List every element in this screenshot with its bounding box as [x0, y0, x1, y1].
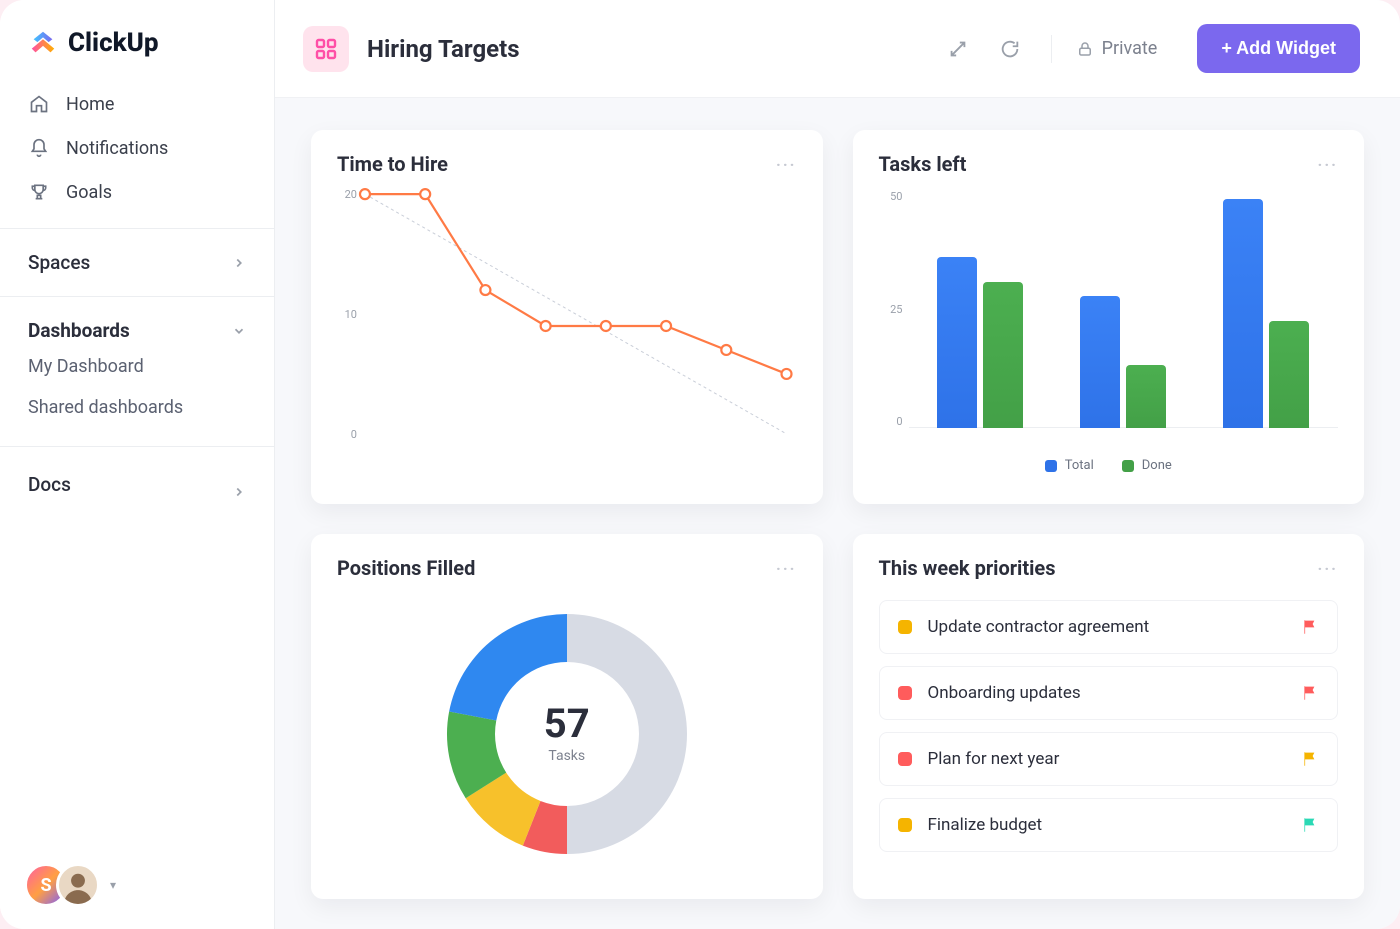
sidebar-header-dashboards[interactable]: Dashboards — [0, 315, 274, 346]
topbar: Hiring Targets Private + Add Widget — [275, 0, 1400, 98]
divider — [1051, 35, 1052, 63]
card-title: Tasks left — [879, 152, 967, 176]
lock-icon — [1076, 40, 1094, 58]
sidebar-item-goals[interactable]: Goals — [0, 170, 274, 214]
sidebar-primary-nav: Home Notifications Goals — [0, 78, 274, 228]
bar-total — [937, 257, 977, 428]
caret-down-icon: ▾ — [110, 878, 116, 892]
profile-switcher[interactable]: S ▾ — [24, 863, 116, 907]
avatar-photo — [56, 863, 100, 907]
bar-group — [937, 257, 1023, 428]
page-title: Hiring Targets — [367, 35, 520, 63]
clickup-logo-icon — [28, 28, 58, 58]
dashboard-type-icon — [303, 26, 349, 72]
sidebar-section-docs: Docs — [0, 446, 274, 529]
card-title: Time to Hire — [337, 152, 448, 176]
legend-label: Done — [1142, 458, 1172, 473]
chevron-right-icon — [232, 485, 246, 499]
brand-name: ClickUp — [68, 28, 159, 58]
refresh-icon[interactable] — [993, 32, 1027, 66]
sidebar-item-home[interactable]: Home — [0, 82, 274, 126]
flag-icon[interactable] — [1301, 816, 1319, 834]
priority-label: Onboarding updates — [928, 683, 1286, 703]
status-square-icon — [898, 620, 912, 634]
card-positions-filled: Positions Filled ··· 57 Tasks — [311, 534, 823, 899]
svg-text:0: 0 — [351, 428, 357, 441]
status-square-icon — [898, 686, 912, 700]
sidebar-item-notifications[interactable]: Notifications — [0, 126, 274, 170]
chevron-down-icon — [232, 324, 246, 338]
sidebar-item-label: My Dashboard — [28, 356, 144, 377]
donut-value: 57 — [544, 704, 590, 744]
bar-done — [1126, 365, 1166, 428]
donut-label: Tasks — [544, 748, 590, 764]
priority-label: Update contractor agreement — [928, 617, 1286, 637]
card-menu-button[interactable]: ··· — [776, 155, 796, 174]
card-tasks-left: Tasks left ··· 50250 Total Done — [853, 130, 1365, 504]
card-title: This week priorities — [879, 556, 1056, 580]
section-label: Spaces — [28, 251, 90, 274]
priority-item[interactable]: Update contractor agreement — [879, 600, 1339, 654]
flag-icon[interactable] — [1301, 750, 1319, 768]
legend-done: Done — [1122, 458, 1172, 473]
privacy-toggle[interactable]: Private — [1076, 38, 1158, 59]
bar-total — [1080, 296, 1120, 428]
status-square-icon — [898, 818, 912, 832]
sidebar-header-spaces[interactable]: Spaces — [0, 247, 274, 278]
sidebar: ClickUp Home Notifications Goals — [0, 0, 275, 929]
flag-icon[interactable] — [1301, 618, 1319, 636]
card-menu-button[interactable]: ··· — [1318, 155, 1338, 174]
chevron-right-icon — [232, 256, 246, 270]
legend-label: Total — [1065, 458, 1094, 473]
card-menu-button[interactable]: ··· — [776, 559, 796, 578]
donut-center: 57 Tasks — [544, 704, 590, 764]
status-square-icon — [898, 752, 912, 766]
priority-item[interactable]: Plan for next year — [879, 732, 1339, 786]
home-icon — [28, 93, 50, 115]
flag-icon[interactable] — [1301, 684, 1319, 702]
sidebar-header-docs[interactable]: Docs — [0, 465, 274, 503]
trophy-icon — [28, 181, 50, 203]
expand-icon[interactable] — [941, 32, 975, 66]
bar-done — [983, 282, 1023, 428]
sidebar-item-my-dashboard[interactable]: My Dashboard — [0, 346, 274, 387]
priorities-list: Update contractor agreement Onboarding u… — [879, 600, 1339, 852]
bar-group — [1223, 199, 1309, 428]
bar-group — [1080, 296, 1166, 428]
avatar-initial-text: S — [40, 875, 51, 896]
sidebar-item-label: Home — [66, 94, 114, 115]
bar-legend: Total Done — [879, 458, 1339, 473]
priority-item[interactable]: Onboarding updates — [879, 666, 1339, 720]
sidebar-item-shared-dashboards[interactable]: Shared dashboards — [0, 387, 274, 428]
card-title: Positions Filled — [337, 556, 475, 580]
sidebar-item-label: Goals — [66, 182, 112, 203]
dashboard-grid: Time to Hire ··· 0 10 20 Tasks left ··· 50… — [275, 98, 1400, 929]
brand-logo[interactable]: ClickUp — [0, 0, 274, 78]
main-panel: Hiring Targets Private + Add Widget Ti — [275, 0, 1400, 929]
sidebar-item-label: Notifications — [66, 138, 168, 159]
card-priorities: This week priorities ··· Update contract… — [853, 534, 1365, 899]
priority-label: Plan for next year — [928, 749, 1286, 769]
sidebar-section-spaces: Spaces — [0, 228, 274, 296]
priority-label: Finalize budget — [928, 815, 1286, 835]
app-root: ClickUp Home Notifications Goals — [0, 0, 1400, 929]
svg-text:20: 20 — [345, 188, 357, 201]
sidebar-item-label: Shared dashboards — [28, 397, 183, 418]
svg-text:10: 10 — [345, 308, 357, 321]
privacy-label: Private — [1102, 38, 1158, 59]
legend-total: Total — [1045, 458, 1094, 473]
priority-item[interactable]: Finalize budget — [879, 798, 1339, 852]
bar-y-axis: 50250 — [879, 184, 909, 454]
card-menu-button[interactable]: ··· — [1318, 559, 1338, 578]
section-label: Dashboards — [28, 319, 130, 342]
bar-done — [1269, 321, 1309, 428]
card-time-to-hire: Time to Hire ··· 0 10 20 — [311, 130, 823, 504]
time-to-hire-chart: 0 10 20 — [337, 184, 797, 454]
section-label: Docs — [28, 473, 71, 496]
bar-chart-area — [909, 184, 1339, 454]
sidebar-section-dashboards: Dashboards My Dashboard Shared dashboard… — [0, 296, 274, 446]
bell-icon — [28, 137, 50, 159]
bar-total — [1223, 199, 1263, 428]
add-widget-button[interactable]: + Add Widget — [1197, 24, 1360, 73]
